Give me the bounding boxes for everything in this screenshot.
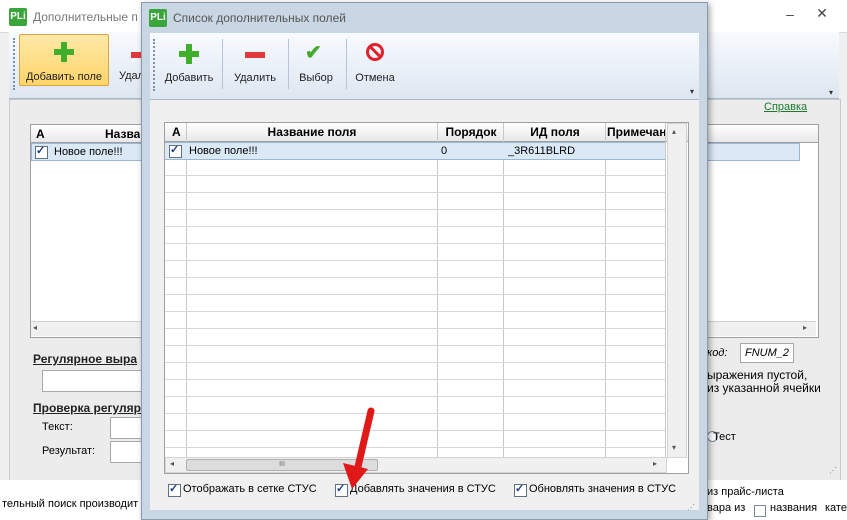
show-in-grid-checkbox[interactable] <box>168 482 181 497</box>
red-arrow-icon <box>343 407 375 489</box>
fields-grid[interactable]: А Название поля Порядок ИД поля Примечан <box>164 122 689 474</box>
row-name-cell: Новое поле!!! <box>189 145 258 157</box>
grid-col-divider <box>503 123 504 457</box>
result-input[interactable] <box>110 441 142 463</box>
delete-icon <box>245 52 265 58</box>
add-icon <box>179 44 199 64</box>
toolbar-overflow-icon[interactable]: ▾ <box>827 34 837 97</box>
table-row[interactable]: Новое поле!!! 0 _3R611BLRD <box>165 142 665 160</box>
grid-col-divider <box>186 123 187 457</box>
dialog-title: Список дополнительных полей <box>173 11 346 25</box>
dialog-add-button[interactable]: Добавить <box>158 35 220 91</box>
test-label: Тест <box>713 431 736 443</box>
dialog-delete-label: Удалить <box>234 72 276 84</box>
minimize-icon[interactable]: – <box>780 6 800 22</box>
close-icon[interactable]: ✕ <box>812 5 832 22</box>
bottom-right-text-1: из прайс-листа <box>707 486 784 498</box>
update-values-label: Обновлять значения в СТУС <box>529 483 677 495</box>
bg-row-name: Новое поле!!! <box>54 146 123 158</box>
row-order-cell: 0 <box>441 145 448 157</box>
bg-add-field-label: Добавить поле <box>25 71 103 83</box>
app-logo-icon: PLi <box>9 8 27 26</box>
bottom-right-text-2: вара из <box>707 502 746 514</box>
code-label: код: <box>707 347 728 359</box>
bg-col-a: А <box>36 127 45 141</box>
cancel-icon <box>366 43 384 61</box>
dialog-cancel-button[interactable]: Отмена <box>346 35 404 91</box>
scroll-up-icon[interactable]: ▴ <box>672 127 676 136</box>
scroll-left-icon[interactable]: ◂ <box>170 459 174 468</box>
dialog-resize-grip-icon[interactable]: ⋰ <box>687 503 695 512</box>
col-header-order[interactable]: Порядок <box>439 125 503 139</box>
result-label: Результат: <box>42 445 96 457</box>
dialog-select-label: Выбор <box>299 72 333 84</box>
fields-list-dialog: PLi Список дополнительных полей Добавить… <box>141 2 708 520</box>
dialog-select-button[interactable]: ✔ Выбор <box>288 35 344 91</box>
text-label: Текст: <box>42 421 73 433</box>
col-header-a[interactable]: А <box>172 125 181 139</box>
bg-row-checkbox[interactable] <box>35 144 48 159</box>
bg-add-field-button[interactable]: Добавить поле <box>19 34 109 86</box>
show-in-grid-label: Отображать в сетке СТУС <box>183 483 317 495</box>
dialog-toolbar-grip <box>153 39 157 91</box>
add-icon <box>54 42 74 62</box>
note-line-1: ыражения пустой, <box>707 368 808 382</box>
grid-col-divider <box>665 123 666 457</box>
dialog-app-icon: PLi <box>149 9 167 27</box>
update-values-checkbox[interactable] <box>514 482 527 497</box>
col-header-id[interactable]: ИД поля <box>505 125 605 139</box>
regex-input[interactable] <box>42 370 142 392</box>
grid-header: А Название поля Порядок ИД поля Примечан <box>165 123 688 142</box>
bottom-left-text: тельный поиск производит <box>2 498 139 510</box>
row-visible-checkbox[interactable] <box>169 143 182 158</box>
dialog-delete-button[interactable]: Удалить <box>224 35 286 91</box>
dialog-toolbar: Добавить Удалить ✔ Выбор Отмена ▾ <box>150 33 699 100</box>
regex-label: Регулярное выра <box>33 352 138 366</box>
dialog-title-bar: PLi Список дополнительных полей <box>142 3 707 33</box>
resize-grip-icon[interactable]: ⋰ <box>829 466 837 475</box>
grid-vertical-scrollbar[interactable]: ▴ ▾ <box>667 123 687 458</box>
code-input[interactable]: FNUM_2 <box>740 343 794 363</box>
text-input[interactable] <box>110 417 142 439</box>
checkmark-icon: ✔ <box>305 42 322 64</box>
scroll-right-icon[interactable]: ▸ <box>803 323 807 332</box>
note-line-2: из указанной ячейки <box>707 381 821 395</box>
dialog-toolbar-overflow-icon[interactable]: ▾ <box>690 87 694 96</box>
scroll-down-icon[interactable]: ▾ <box>672 443 676 452</box>
dialog-add-label: Добавить <box>164 72 214 84</box>
col-header-note[interactable]: Примечан <box>607 125 667 139</box>
background-window-title: Дополнительные п <box>33 10 138 24</box>
grid-col-divider <box>437 123 438 457</box>
bottom-right-text-3: названия <box>770 502 818 514</box>
dialog-cancel-label: Отмена <box>355 72 395 84</box>
regex-check-label: Проверка регуляр <box>33 401 141 415</box>
scroll-left-icon[interactable]: ◂ <box>33 323 37 332</box>
names-checkbox[interactable] <box>754 505 766 517</box>
grid-horizontal-scrollbar[interactable]: ◂ III ▸ <box>165 457 667 473</box>
bottom-right-text-4: кате <box>825 502 847 514</box>
bg-col-name: Назва <box>105 127 141 141</box>
grid-col-divider <box>605 123 606 457</box>
help-link[interactable]: Справка <box>764 101 807 113</box>
col-header-name[interactable]: Название поля <box>187 125 437 139</box>
code-value: FNUM_2 <box>745 347 790 359</box>
row-id-cell: _3R611BLRD <box>508 145 576 157</box>
scroll-right-icon[interactable]: ▸ <box>653 459 657 468</box>
toolbar-separator <box>222 39 223 89</box>
